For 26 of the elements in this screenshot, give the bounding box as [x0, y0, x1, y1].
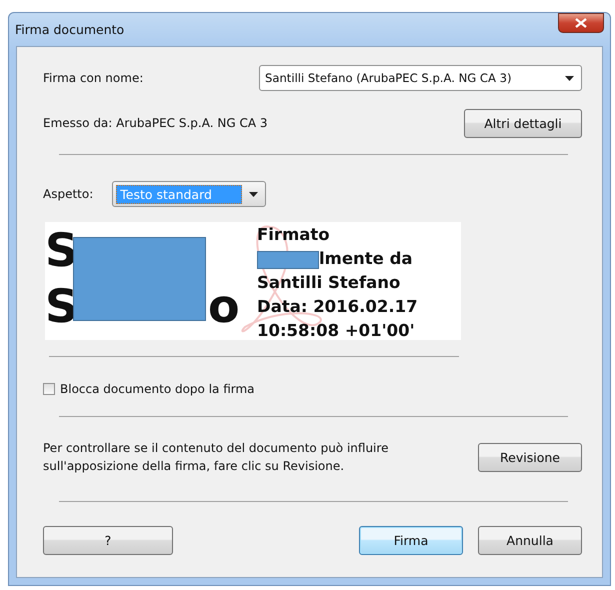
field-label: Aspetto:: [43, 187, 94, 201]
signer-name-fragment: o: [208, 278, 238, 334]
caret-icon: [565, 76, 574, 80]
close-icon: [575, 18, 587, 28]
dialog-button[interactable]: Annulla: [478, 526, 582, 555]
signer-name-fragment: S: [45, 278, 76, 334]
signature-text: 10:58:08 +01'00': [257, 320, 415, 340]
signature-text: Data: 2016.02.17: [257, 296, 418, 318]
lock-checkbox[interactable]: [43, 383, 55, 395]
signature-text: lmente da: [319, 248, 413, 270]
close-button[interactable]: [558, 12, 604, 32]
signature-text: Firmato: [257, 224, 330, 246]
signer-dropdown[interactable]: Santilli Stefano (ArubaPEC S.p.A. NG CA 3): [259, 65, 582, 91]
field-label: Firma con nome:: [43, 71, 144, 85]
signature-text: Santilli Stefano: [257, 272, 400, 294]
details-button[interactable]: Altri dettagli: [464, 108, 582, 138]
issuer-text: Emesso da: ArubaPEC S.p.A. NG CA 3: [43, 116, 268, 130]
review-instructions: Per controllare se il contenuto del documento può influire sull'apposizione della firma, fare clic su Revisione.: [43, 440, 388, 475]
checkbox-label: Blocca documento dopo la firma: [60, 382, 255, 396]
review-button[interactable]: Revisione: [478, 442, 582, 472]
redaction-block: [257, 251, 319, 269]
dialog-button[interactable]: Firma: [359, 526, 463, 555]
caret-icon: [249, 192, 258, 196]
dialog-button[interactable]: ?: [43, 526, 173, 555]
window-title: Firma documento: [15, 22, 124, 37]
signer-name-fragment: S: [45, 222, 76, 278]
